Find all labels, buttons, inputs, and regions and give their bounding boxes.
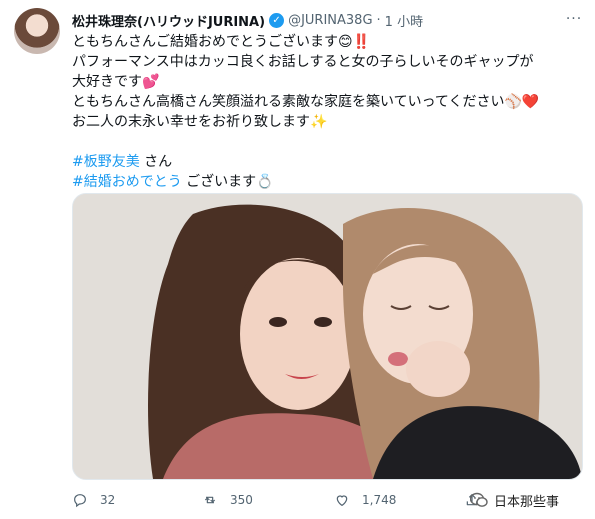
more-options-icon[interactable]: ··· <box>563 8 585 30</box>
tweet-header: 松井珠理奈(ハリウッドJURINA) ✓ @JURINA38G · 1 小時 <box>72 10 423 30</box>
reply-icon <box>74 494 86 508</box>
tweet-line-4: ともちんさん高橋さん笑顔溢れる素敵な家庭を築いていってください⚾❤️ <box>72 94 540 110</box>
retweet-count: 350 <box>230 493 253 507</box>
separator-dot: · <box>376 12 381 28</box>
tweet-photo[interactable] <box>72 193 583 480</box>
author-name[interactable]: 松井珠理奈(ハリウッドJURINA) <box>72 11 265 30</box>
verified-badge-icon: ✓ <box>269 12 285 28</box>
watermark: 日本那些事 <box>469 490 560 510</box>
hashtag-suffix: ございます💍 <box>181 174 274 190</box>
like-button[interactable]: 1,748 <box>334 488 396 512</box>
tweet-line-3: 大好きです💕 <box>72 74 160 90</box>
reply-button[interactable]: 32 <box>72 488 115 512</box>
tweet-text: ともちんさんご結婚おめでとうございます😊‼️ パフォーマンス中はカッコ良くお話し… <box>72 32 582 192</box>
reply-count: 32 <box>100 493 116 507</box>
tweet-line-1: ともちんさんご結婚おめでとうございます😊‼️ <box>72 34 371 50</box>
tweet-card: 松井珠理奈(ハリウッドJURINA) ✓ @JURINA38G · 1 小時 ·… <box>0 0 595 519</box>
avatar[interactable] <box>14 8 60 54</box>
retweet-button[interactable]: 350 <box>202 488 253 512</box>
hashtag-line-2: #結婚おめでとう ございます💍 <box>72 172 582 192</box>
author-handle[interactable]: @JURINA38G <box>288 13 372 28</box>
hashtag-line-1: #板野友美 さん <box>72 152 582 172</box>
watermark-text: 日本那些事 <box>494 494 560 510</box>
tweet-time[interactable]: 1 小時 <box>385 11 423 30</box>
wechat-logo-icon <box>469 492 488 508</box>
tweet-line-2: パフォーマンス中はカッコ良くお話しすると女の子らしいそのギャップが <box>72 54 534 70</box>
hashtag-suffix: さん <box>139 154 173 170</box>
heart-icon <box>336 495 348 507</box>
hashtag-link[interactable]: #板野友美 <box>72 154 140 170</box>
retweet-icon <box>204 496 216 504</box>
photo-illustration <box>73 194 582 479</box>
tweet-line-5: お二人の末永い幸せをお祈り致します✨ <box>72 114 328 130</box>
hashtag-link[interactable]: #結婚おめでとう <box>72 174 182 190</box>
like-count: 1,748 <box>362 493 397 507</box>
